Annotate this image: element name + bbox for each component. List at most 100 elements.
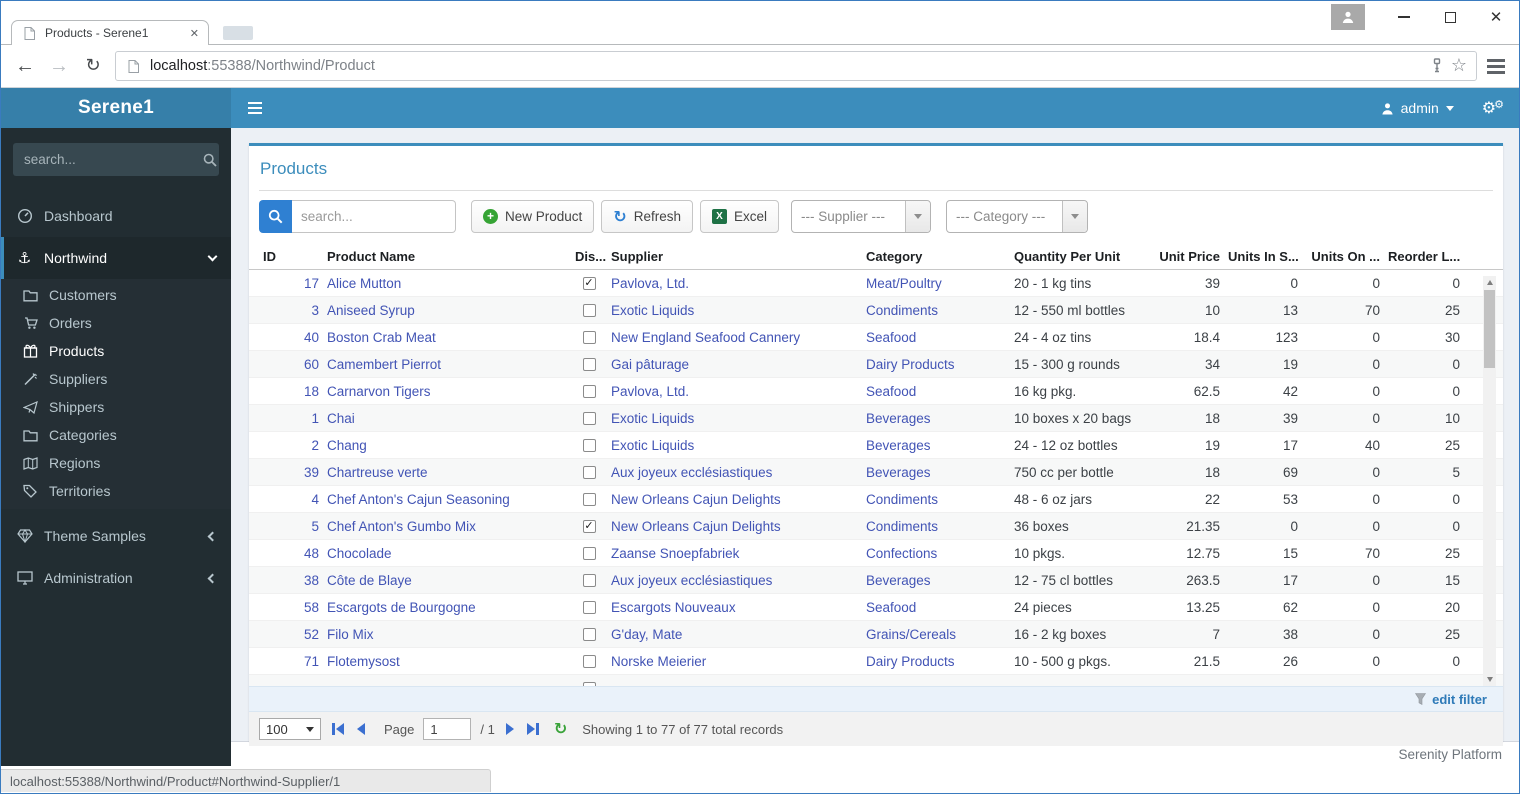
name-link[interactable]: Camembert Pierrot: [327, 357, 441, 372]
name-link[interactable]: Chai: [327, 411, 355, 426]
id-link[interactable]: 60: [304, 357, 319, 372]
supplier-link[interactable]: Exotic Liquids: [611, 411, 694, 426]
name-link[interactable]: Alice Mutton: [327, 276, 401, 291]
sidebar-toggle-icon[interactable]: [231, 102, 279, 114]
scrollbar-thumb[interactable]: [1484, 290, 1495, 368]
browser-profile-button[interactable]: [1331, 4, 1365, 30]
supplier-link[interactable]: Gai pâturage: [611, 357, 689, 372]
sidebar-item-customers[interactable]: Customers: [1, 281, 231, 309]
name-link[interactable]: Carnarvon Tigers: [327, 384, 431, 399]
name-link[interactable]: Chang: [327, 438, 367, 453]
category-link[interactable]: Confections: [866, 546, 937, 561]
category-link[interactable]: Seafood: [866, 600, 916, 615]
discontinued-checkbox[interactable]: [582, 681, 596, 686]
category-link[interactable]: Grains/Cereals: [866, 627, 956, 642]
column-header-name[interactable]: Product Name: [323, 249, 571, 264]
sidebar-item-administration[interactable]: Administration: [1, 557, 231, 599]
id-link[interactable]: 1: [311, 411, 319, 426]
supplier-link[interactable]: Norske Meierier: [611, 654, 706, 669]
discontinued-checkbox[interactable]: [582, 303, 596, 317]
back-icon[interactable]: ←: [13, 55, 37, 78]
name-link[interactable]: Boston Crab Meat: [327, 330, 436, 345]
id-link[interactable]: 38: [304, 573, 319, 588]
settings-gears-icon[interactable]: ⚙ ⚙: [1467, 88, 1519, 128]
column-header-reorder[interactable]: Reorder L...: [1384, 249, 1464, 264]
sidebar-item-theme-samples[interactable]: Theme Samples: [1, 515, 231, 557]
sidebar-search[interactable]: [13, 143, 219, 176]
sidebar-item-shippers[interactable]: Shippers: [1, 393, 231, 421]
category-link[interactable]: Meat/Poultry: [866, 276, 942, 291]
column-header-category[interactable]: Category: [862, 249, 1010, 264]
new-tab-button[interactable]: [223, 26, 253, 40]
edit-filter-link[interactable]: edit filter: [1432, 692, 1487, 707]
column-header-qty[interactable]: Quantity Per Unit: [1010, 249, 1150, 264]
discontinued-checkbox[interactable]: [582, 600, 596, 614]
id-link[interactable]: 48: [304, 546, 319, 561]
supplier-link[interactable]: Exotic Liquids: [611, 303, 694, 318]
discontinued-checkbox[interactable]: ✓: [582, 276, 596, 290]
category-filter-select[interactable]: --- Category ---: [946, 200, 1088, 233]
category-link[interactable]: Beverages: [866, 465, 931, 480]
supplier-link[interactable]: Exotic Liquids: [611, 438, 694, 453]
new-product-button[interactable]: + New Product: [471, 200, 595, 233]
supplier-link[interactable]: Aux joyeux ecclésiastiques: [611, 465, 772, 480]
window-close-button[interactable]: ✕: [1473, 2, 1519, 32]
id-link[interactable]: 4: [311, 492, 319, 507]
sidebar-item-regions[interactable]: Regions: [1, 449, 231, 477]
name-link[interactable]: Aniseed Syrup: [327, 303, 415, 318]
browser-tab[interactable]: Products - Serene1 ✕: [11, 20, 209, 45]
last-page-button[interactable]: [525, 723, 541, 735]
name-link[interactable]: Filo Mix: [327, 627, 374, 642]
column-header-id[interactable]: ID: [259, 249, 323, 264]
discontinued-checkbox[interactable]: [582, 492, 596, 506]
brand-logo[interactable]: Serene1: [1, 88, 231, 128]
id-link[interactable]: 17: [304, 276, 319, 291]
id-link[interactable]: 58: [304, 600, 319, 615]
supplier-filter-select[interactable]: --- Supplier ---: [791, 200, 931, 233]
discontinued-checkbox[interactable]: [582, 573, 596, 587]
category-link[interactable]: Beverages: [866, 438, 931, 453]
name-link[interactable]: Chocolade: [327, 546, 392, 561]
category-link[interactable]: Seafood: [866, 384, 916, 399]
sidebar-item-categories[interactable]: Categories: [1, 421, 231, 449]
key-icon[interactable]: [1431, 58, 1443, 74]
refresh-button[interactable]: ↻ Refresh: [601, 200, 693, 233]
category-link[interactable]: Condiments: [866, 492, 938, 507]
id-link[interactable]: 2: [311, 438, 319, 453]
discontinued-checkbox[interactable]: [582, 438, 596, 452]
name-link[interactable]: Chartreuse verte: [327, 465, 428, 480]
user-menu[interactable]: admin: [1368, 88, 1467, 128]
supplier-link[interactable]: G'day, Mate: [611, 627, 682, 642]
bookmark-star-icon[interactable]: ☆: [1451, 57, 1467, 75]
sidebar-item-dashboard[interactable]: Dashboard: [1, 195, 231, 237]
grid-vertical-scrollbar[interactable]: [1483, 276, 1496, 686]
supplier-link[interactable]: Zaanse Snoepfabriek: [611, 546, 739, 561]
supplier-link[interactable]: Escargots Nouveaux: [611, 600, 736, 615]
first-page-button[interactable]: [330, 723, 346, 735]
id-link[interactable]: 40: [304, 330, 319, 345]
id-link[interactable]: 3: [311, 303, 319, 318]
category-link[interactable]: Beverages: [866, 573, 931, 588]
name-link[interactable]: Chef Anton's Gumbo Mix: [327, 519, 476, 534]
pager-refresh-icon[interactable]: ↻: [554, 721, 567, 737]
discontinued-checkbox[interactable]: ✓: [582, 519, 596, 533]
discontinued-checkbox[interactable]: [582, 627, 596, 641]
discontinued-checkbox[interactable]: [582, 411, 596, 425]
forward-icon[interactable]: →: [47, 55, 71, 78]
scroll-up-icon[interactable]: [1483, 276, 1496, 289]
name-link[interactable]: Chef Anton's Cajun Seasoning: [327, 492, 510, 507]
column-header-order[interactable]: Units On ...: [1302, 249, 1384, 264]
name-link[interactable]: Côte de Blaye: [327, 573, 412, 588]
supplier-link[interactable]: Pavlova, Ltd.: [611, 276, 689, 291]
page-size-select[interactable]: 100: [259, 718, 321, 740]
previous-page-button[interactable]: [355, 723, 367, 735]
sidebar-item-products[interactable]: Products: [1, 337, 231, 365]
discontinued-checkbox[interactable]: [582, 654, 596, 668]
category-link[interactable]: Dairy Products: [866, 357, 955, 372]
supplier-link[interactable]: New Orleans Cajun Delights: [611, 519, 781, 534]
discontinued-checkbox[interactable]: [582, 357, 596, 371]
page-number-input[interactable]: [423, 718, 472, 740]
id-link[interactable]: 18: [304, 384, 319, 399]
category-link[interactable]: Beverages: [866, 411, 931, 426]
name-link[interactable]: Flotemysost: [327, 654, 400, 669]
